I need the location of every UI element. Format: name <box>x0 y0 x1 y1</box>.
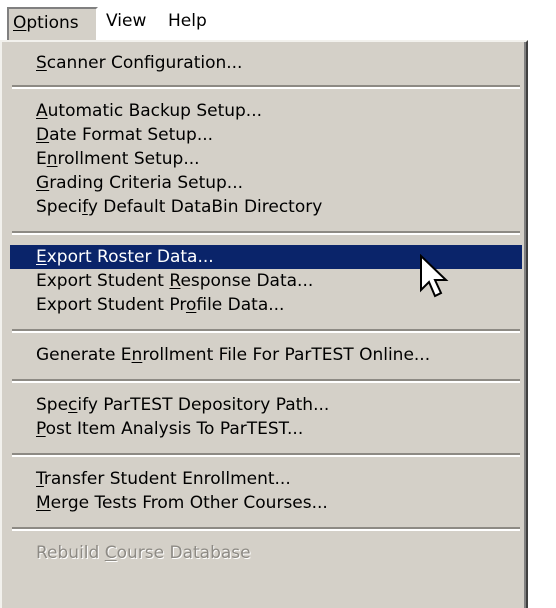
options-dropdown-menu: Scanner Configuration... Automatic Backu… <box>0 40 528 608</box>
menu-separator <box>12 85 520 89</box>
menu-options[interactable]: Options <box>7 7 98 40</box>
menu-item-default-databin-directory[interactable]: Specify Default DataBin Directory <box>10 195 522 219</box>
menu-item-transfer-student-enrollment[interactable]: Transfer Student Enrollment... <box>10 467 522 491</box>
menu-separator <box>12 527 520 531</box>
menu-item-scanner-configuration[interactable]: Scanner Configuration... <box>10 51 522 75</box>
arrow-pointer-icon <box>420 254 449 298</box>
menu-help[interactable]: Help <box>164 7 228 40</box>
menu-item-date-format-setup[interactable]: Date Format Setup... <box>10 123 522 147</box>
menu-bar: Options View Help <box>0 0 556 41</box>
menu-view[interactable]: View <box>102 7 162 40</box>
menu-separator <box>12 379 520 383</box>
menu-item-grading-criteria-setup[interactable]: Grading Criteria Setup... <box>10 171 522 195</box>
menu-item-automatic-backup-setup[interactable]: Automatic Backup Setup... <box>10 99 522 123</box>
menu-separator <box>12 453 520 457</box>
menu-item-specify-partest-depository-path[interactable]: Specify ParTEST Depository Path... <box>10 393 522 417</box>
menu-item-post-item-analysis[interactable]: Post Item Analysis To ParTEST... <box>10 417 522 441</box>
menu-item-generate-enrollment-file[interactable]: Generate Enrollment File For ParTEST Onl… <box>10 343 522 367</box>
menu-item-enrollment-setup[interactable]: Enrollment Setup... <box>10 147 522 171</box>
menu-separator <box>12 231 520 235</box>
menu-view-label: View <box>106 11 147 31</box>
menu-item-merge-tests[interactable]: Merge Tests From Other Courses... <box>10 491 522 515</box>
menu-help-label: Help <box>168 11 207 31</box>
menu-separator <box>12 329 520 333</box>
menu-item-rebuild-course-database: Rebuild Course Database <box>36 543 251 563</box>
